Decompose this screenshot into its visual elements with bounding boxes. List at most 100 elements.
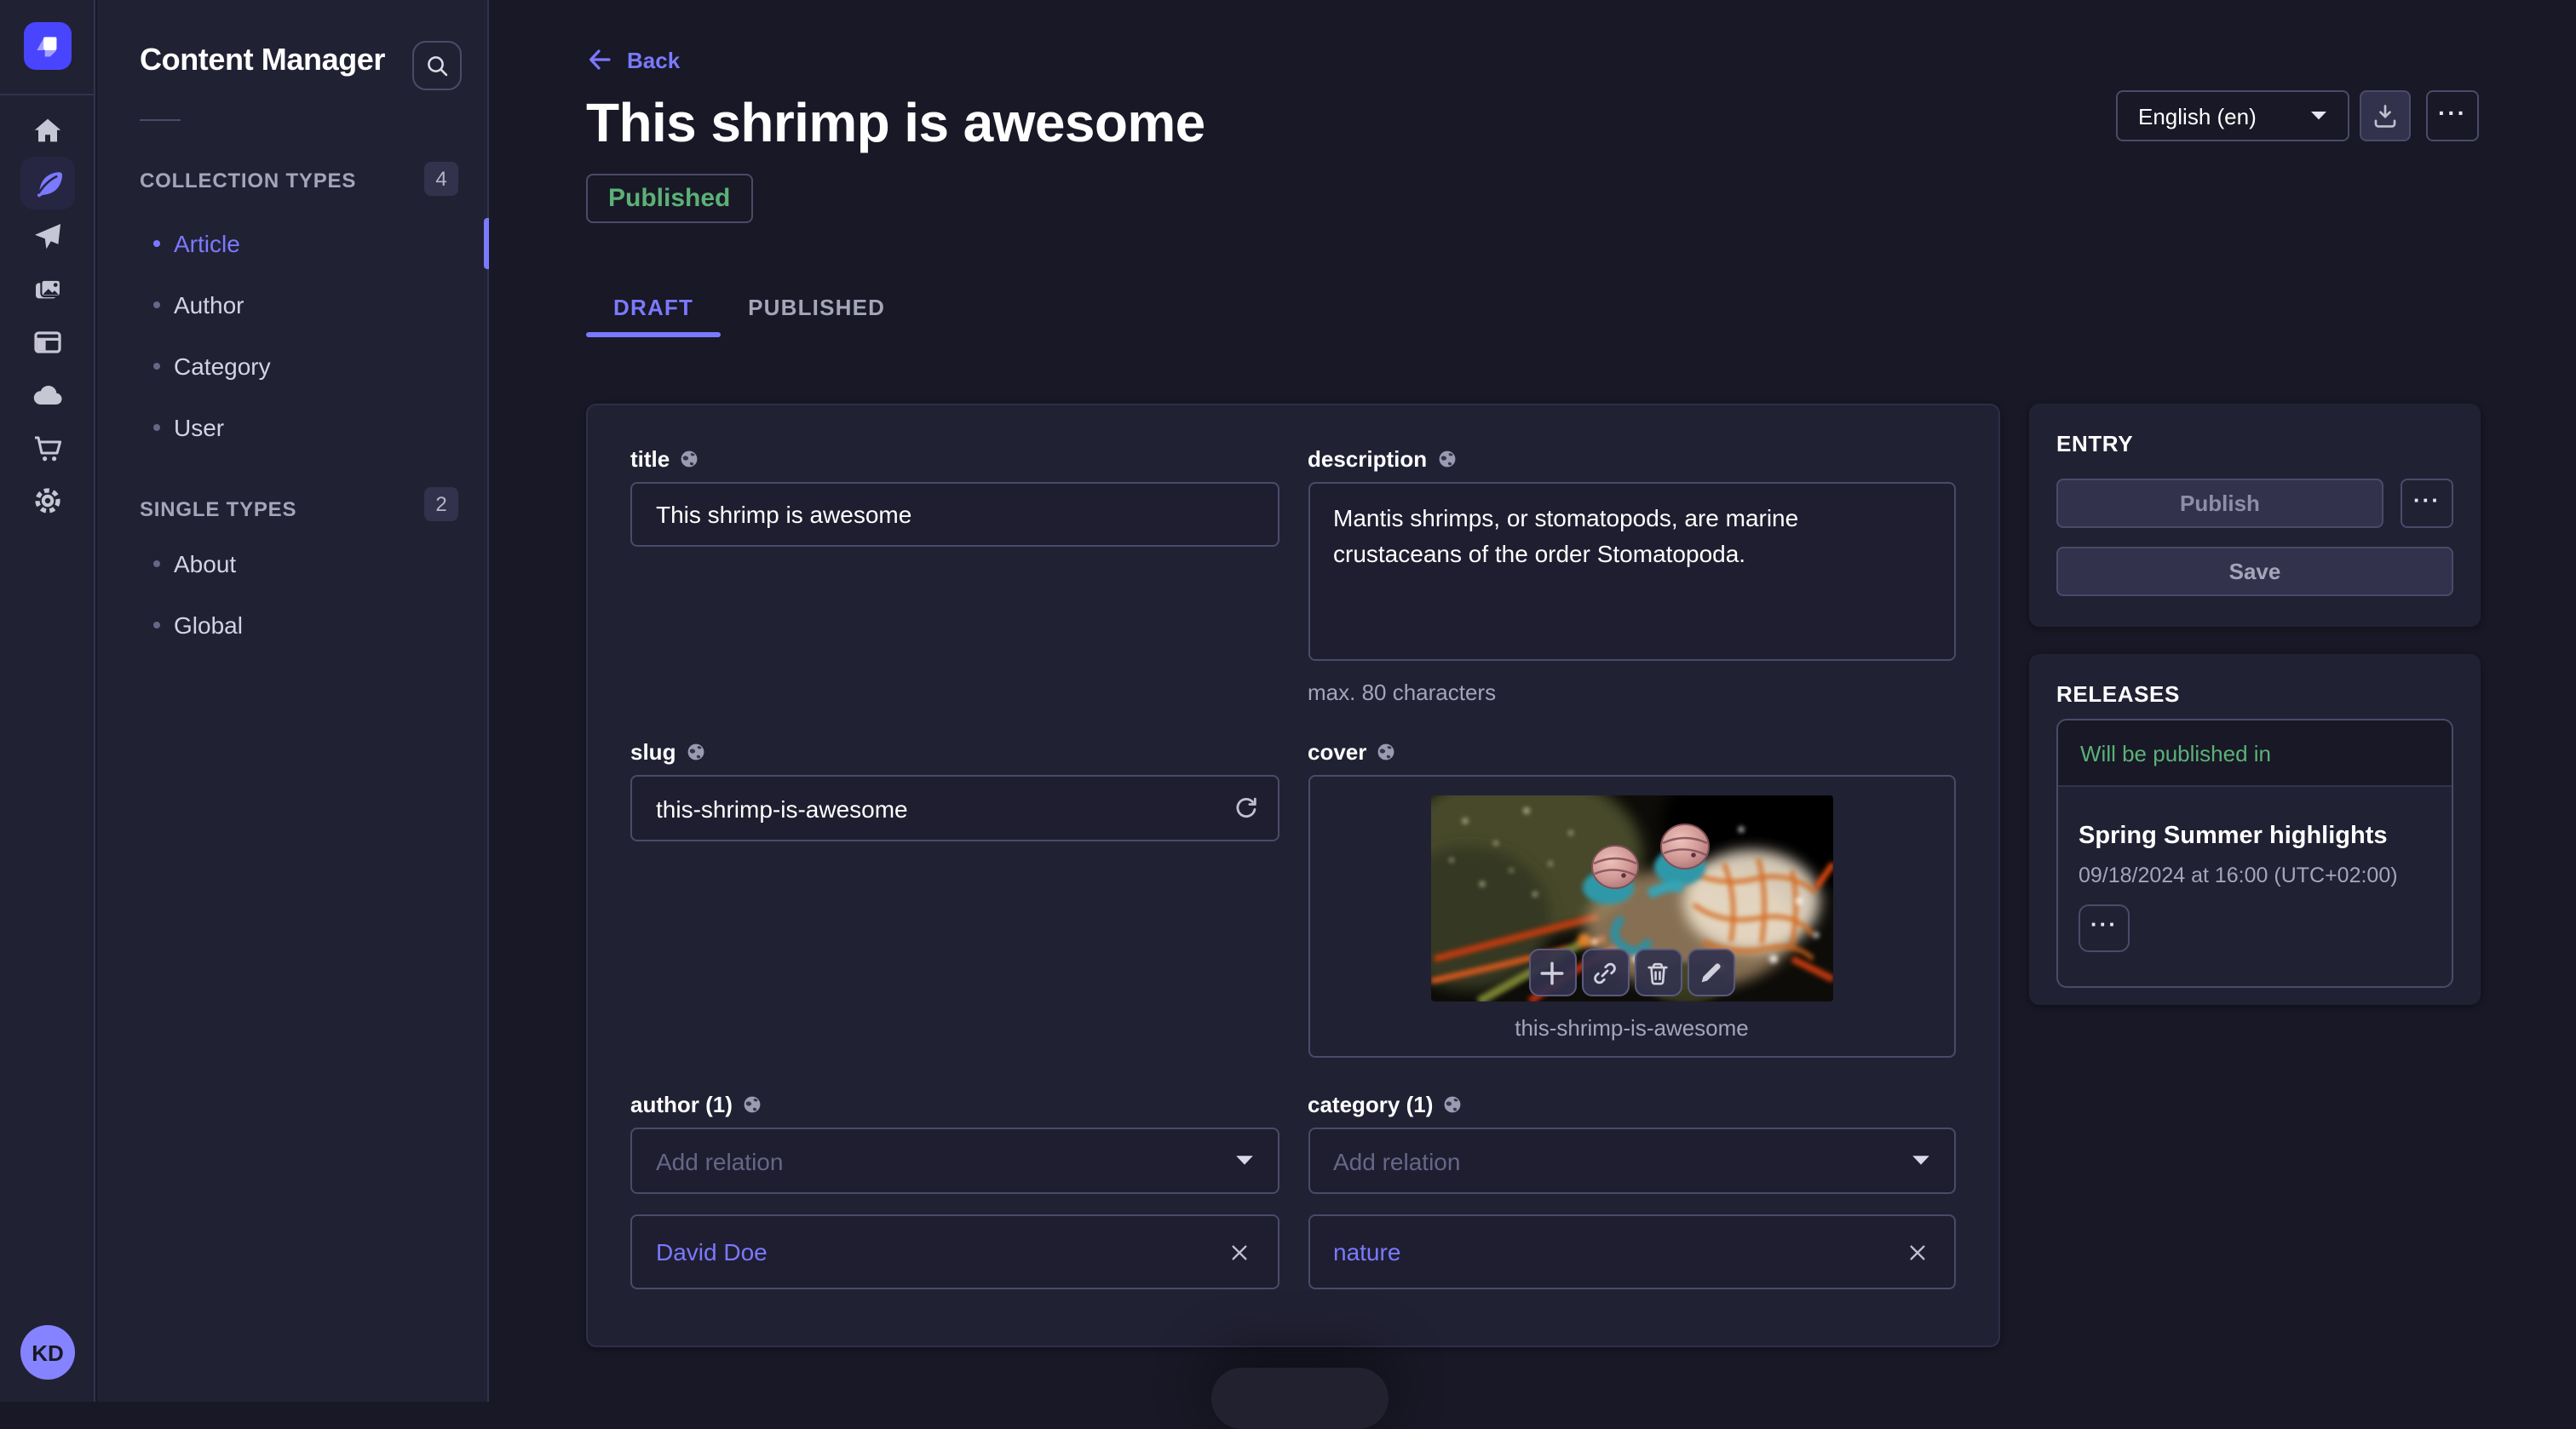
nav-marketplace[interactable] xyxy=(20,421,75,473)
entry-more-button[interactable]: ··· xyxy=(2401,479,2453,528)
author-relation-combobox[interactable]: Add relation xyxy=(630,1128,1279,1194)
entry-panel: ENTRY Publish ··· Save xyxy=(2029,404,2481,627)
category-relation-item[interactable]: nature xyxy=(1308,1214,1956,1289)
sidebar-item-article[interactable]: Article xyxy=(97,213,487,274)
field-label-text: title xyxy=(630,446,670,472)
release-name: Spring Summer highlights xyxy=(2079,823,2431,850)
header-more-button[interactable]: ··· xyxy=(2426,90,2479,141)
strapi-logo-icon xyxy=(29,27,66,65)
cover-image[interactable] xyxy=(1431,795,1833,1001)
sidebar-item-category[interactable]: Category xyxy=(97,336,487,397)
nav-media-library[interactable] xyxy=(20,262,75,315)
field-description: description Mantis shrimps, or stomatopo… xyxy=(1308,446,1956,705)
chevron-down-icon xyxy=(1912,1155,1930,1167)
publish-button[interactable]: Publish xyxy=(2056,479,2383,528)
user-avatar[interactable]: KD xyxy=(20,1325,75,1380)
locale-select[interactable]: English (en) xyxy=(2116,90,2349,141)
title-label: title xyxy=(630,446,1279,472)
field-category: category (1) Add relation nature xyxy=(1308,1092,1956,1289)
releases-panel-title: RELEASES xyxy=(2056,681,2453,707)
globe-icon xyxy=(743,1095,762,1114)
nav-deploy[interactable] xyxy=(20,368,75,421)
chevron-down-icon xyxy=(1234,1155,1253,1167)
bullet-icon xyxy=(153,560,160,567)
nav-home[interactable] xyxy=(20,104,75,157)
author-label: author (1) xyxy=(630,1092,1279,1117)
status-badge: Published xyxy=(586,174,752,223)
nav-content-type-builder[interactable] xyxy=(20,315,75,368)
bullet-icon xyxy=(153,240,160,247)
scroll-peek-pill xyxy=(1211,1368,1389,1429)
field-slug: slug xyxy=(630,739,1279,1058)
layout-icon xyxy=(31,324,65,359)
trash-icon xyxy=(1646,960,1671,985)
title-input[interactable] xyxy=(630,482,1279,547)
nav-content-manager[interactable] xyxy=(20,157,75,209)
sidebar-item-label: About xyxy=(174,550,236,577)
feather-icon xyxy=(31,166,65,200)
delete-media-button[interactable] xyxy=(1635,949,1682,996)
sidebar-item-label: Article xyxy=(174,230,240,257)
sidebar-item-user[interactable]: User xyxy=(97,397,487,458)
release-more-button[interactable]: ··· xyxy=(2079,904,2130,952)
rail-divider xyxy=(0,94,95,95)
tab-published[interactable]: PUBLISHED xyxy=(721,276,912,337)
sidebar-item-author[interactable]: Author xyxy=(97,274,487,336)
remove-category-button[interactable] xyxy=(1903,1238,1930,1265)
sidebar-item-about[interactable]: About xyxy=(97,533,487,594)
sidebar-item-label: Author xyxy=(174,291,244,319)
sidebar-item-global[interactable]: Global xyxy=(97,594,487,656)
gear-icon xyxy=(31,483,65,517)
edit-form-card: title description Mantis shrimps, or sto… xyxy=(586,404,2000,1347)
sidebar-divider xyxy=(140,119,181,121)
home-icon xyxy=(31,113,65,147)
pencil-icon xyxy=(1699,960,1724,985)
active-indicator xyxy=(484,218,489,269)
cover-media-box: this-shrimp-is-awesome xyxy=(1308,775,1956,1058)
cloud-icon xyxy=(31,377,65,411)
arrow-left-icon xyxy=(586,46,613,73)
bullet-icon xyxy=(153,363,160,370)
globe-icon xyxy=(1437,450,1456,468)
tab-draft[interactable]: DRAFT xyxy=(586,276,721,337)
relation-value: David Doe xyxy=(656,1238,768,1265)
field-author: author (1) Add relation David Doe xyxy=(630,1092,1279,1289)
bullet-icon xyxy=(153,424,160,431)
regenerate-slug-button[interactable] xyxy=(1231,794,1260,823)
globe-icon xyxy=(1377,743,1395,761)
icon-rail: KD xyxy=(0,0,95,1402)
copy-link-button[interactable] xyxy=(1582,949,1630,996)
field-label-text: slug xyxy=(630,739,676,765)
close-icon xyxy=(1907,1242,1926,1261)
combobox-placeholder: Add relation xyxy=(1333,1147,1460,1174)
author-relation-item[interactable]: David Doe xyxy=(630,1214,1279,1289)
single-types-count-badge: 2 xyxy=(424,487,458,521)
content-manager-sidebar: Content Manager COLLECTION TYPES 4 Artic… xyxy=(97,0,489,1402)
section-collection-types: COLLECTION TYPES xyxy=(140,169,356,192)
nav-settings[interactable] xyxy=(20,473,75,526)
save-button[interactable]: Save xyxy=(2056,547,2453,596)
add-media-button[interactable] xyxy=(1529,949,1577,996)
sidebar-title: Content Manager xyxy=(140,43,385,78)
collection-types-count-badge: 4 xyxy=(424,162,458,196)
field-label-text: category (1) xyxy=(1308,1092,1433,1117)
remove-author-button[interactable] xyxy=(1226,1238,1253,1265)
strapi-logo[interactable] xyxy=(24,22,72,70)
description-textarea[interactable]: Mantis shrimps, or stomatopods, are mari… xyxy=(1308,482,1956,661)
sidebar-item-label: User xyxy=(174,414,224,441)
field-cover: cover xyxy=(1308,739,1956,1058)
version-tabs: DRAFT PUBLISHED xyxy=(586,276,912,337)
description-label: description xyxy=(1308,446,1956,472)
search-button[interactable] xyxy=(412,41,462,90)
cover-label: cover xyxy=(1308,739,1956,765)
edit-media-button[interactable] xyxy=(1688,949,1735,996)
export-button[interactable] xyxy=(2360,90,2411,141)
ellipsis-icon: ··· xyxy=(2413,491,2441,515)
nav-releases[interactable] xyxy=(20,209,75,262)
section-single-types: SINGLE TYPES xyxy=(140,497,296,521)
back-link[interactable]: Back xyxy=(586,46,680,73)
category-relation-combobox[interactable]: Add relation xyxy=(1308,1128,1956,1194)
slug-input[interactable] xyxy=(630,775,1279,841)
paper-plane-icon xyxy=(31,219,65,253)
category-label: category (1) xyxy=(1308,1092,1956,1117)
